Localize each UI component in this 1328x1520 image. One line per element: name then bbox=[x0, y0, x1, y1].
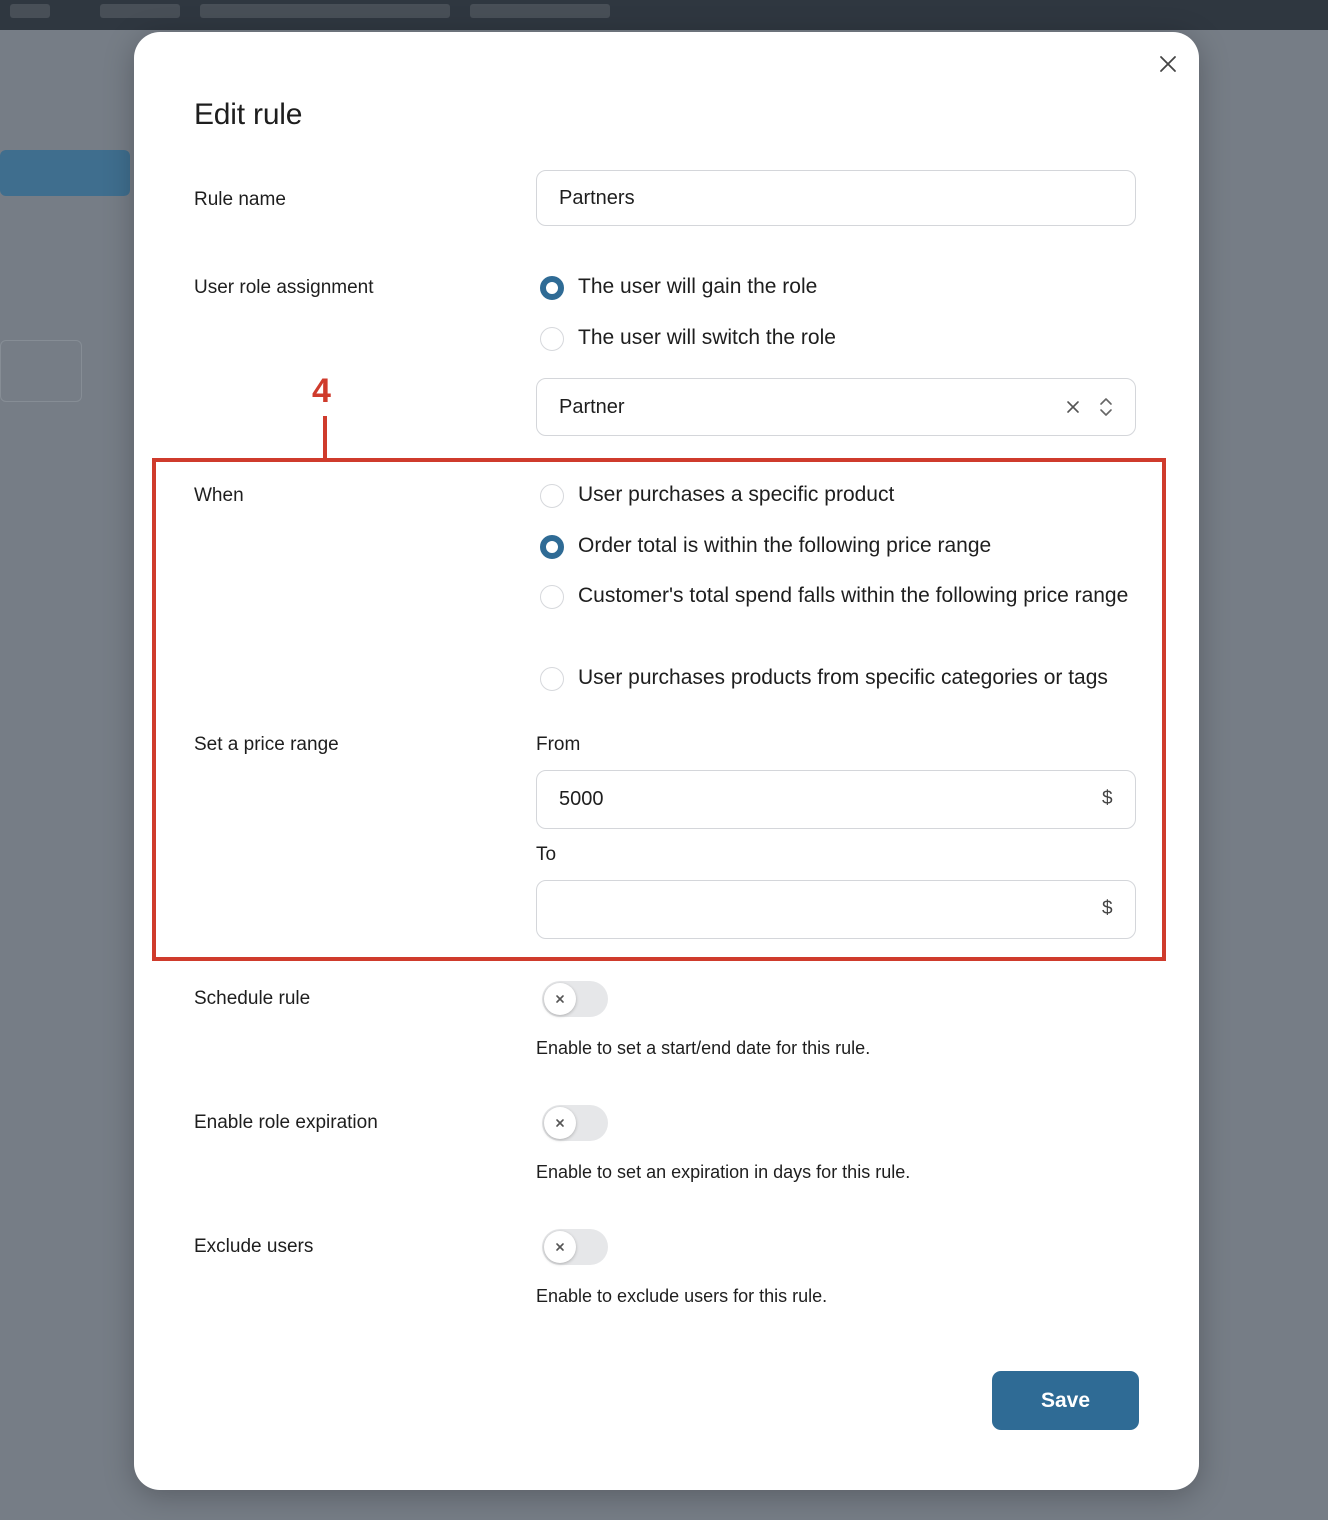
close-icon bbox=[556, 995, 564, 1003]
schedule-help-text: Enable to set a start/end date for this … bbox=[536, 1038, 871, 1058]
top-bar-item bbox=[200, 4, 450, 18]
role-select[interactable]: Partner bbox=[536, 378, 1136, 436]
close-icon bbox=[1067, 401, 1079, 413]
radio-label: User purchases a specific product bbox=[578, 483, 895, 506]
radio-button-checked bbox=[540, 535, 564, 559]
modal-title: Edit rule bbox=[194, 98, 303, 131]
role-expiration-toggle[interactable] bbox=[542, 1105, 608, 1141]
from-label: From bbox=[536, 734, 581, 755]
radio-button-checked bbox=[540, 276, 564, 300]
role-select-value: Partner bbox=[559, 395, 625, 418]
save-button[interactable]: Save bbox=[992, 1371, 1139, 1430]
rule-name-label: Rule name bbox=[194, 189, 286, 210]
background-button bbox=[0, 150, 130, 196]
clear-selection-button[interactable] bbox=[1063, 400, 1083, 414]
admin-top-bar bbox=[0, 0, 1328, 30]
currency-symbol: $ bbox=[1102, 898, 1113, 919]
radio-button bbox=[540, 484, 564, 508]
radio-label: User purchases products from specific ca… bbox=[578, 666, 1108, 689]
rule-name-input[interactable] bbox=[536, 170, 1136, 226]
radio-button bbox=[540, 667, 564, 691]
callout-number: 4 bbox=[312, 372, 331, 410]
currency-symbol: $ bbox=[1102, 788, 1113, 809]
background-card bbox=[0, 340, 82, 402]
radio-categories-tags[interactable]: User purchases products from specific ca… bbox=[540, 666, 1108, 694]
toggle-knob bbox=[544, 1107, 576, 1139]
callout-line bbox=[323, 416, 327, 458]
chevron-up-down-icon bbox=[1099, 395, 1113, 419]
radio-label: Customer's total spend falls within the … bbox=[578, 584, 1129, 607]
price-from-input[interactable] bbox=[536, 770, 1136, 829]
close-icon bbox=[556, 1119, 564, 1127]
radio-button bbox=[540, 585, 564, 609]
toggle-knob bbox=[544, 1231, 576, 1263]
radio-specific-product[interactable]: User purchases a specific product bbox=[540, 483, 894, 511]
radio-label: Order total is within the following pric… bbox=[578, 534, 992, 557]
exclude-help-text: Enable to exclude users for this rule. bbox=[536, 1286, 828, 1306]
top-bar-item bbox=[10, 4, 50, 18]
close-icon bbox=[1160, 56, 1176, 72]
role-expiration-label: Enable role expiration bbox=[194, 1112, 378, 1133]
radio-button bbox=[540, 327, 564, 351]
close-button[interactable] bbox=[1156, 52, 1180, 76]
price-range-label: Set a price range bbox=[194, 734, 339, 755]
expiration-help-text: Enable to set an expiration in days for … bbox=[536, 1162, 911, 1182]
role-assignment-label: User role assignment bbox=[194, 277, 374, 298]
top-bar-item bbox=[100, 4, 180, 18]
toggle-knob bbox=[544, 983, 576, 1015]
exclude-users-label: Exclude users bbox=[194, 1236, 314, 1257]
close-icon bbox=[556, 1243, 564, 1251]
price-to-input[interactable] bbox=[536, 880, 1136, 939]
radio-order-total[interactable]: Order total is within the following pric… bbox=[540, 534, 991, 562]
radio-label: The user will switch the role bbox=[578, 326, 836, 349]
radio-total-spend[interactable]: Customer's total spend falls within the … bbox=[540, 584, 1130, 612]
to-label: To bbox=[536, 844, 557, 865]
exclude-users-toggle[interactable] bbox=[542, 1229, 608, 1265]
schedule-rule-label: Schedule rule bbox=[194, 988, 311, 1009]
radio-switch-role[interactable]: The user will switch the role bbox=[540, 326, 836, 354]
schedule-rule-toggle[interactable] bbox=[542, 981, 608, 1017]
top-bar-item bbox=[470, 4, 610, 18]
when-label: When bbox=[194, 485, 244, 506]
radio-label: The user will gain the role bbox=[578, 275, 818, 298]
radio-gain-role[interactable]: The user will gain the role bbox=[540, 275, 817, 303]
edit-rule-modal: Edit rule Rule name User role assignment… bbox=[134, 32, 1199, 1490]
